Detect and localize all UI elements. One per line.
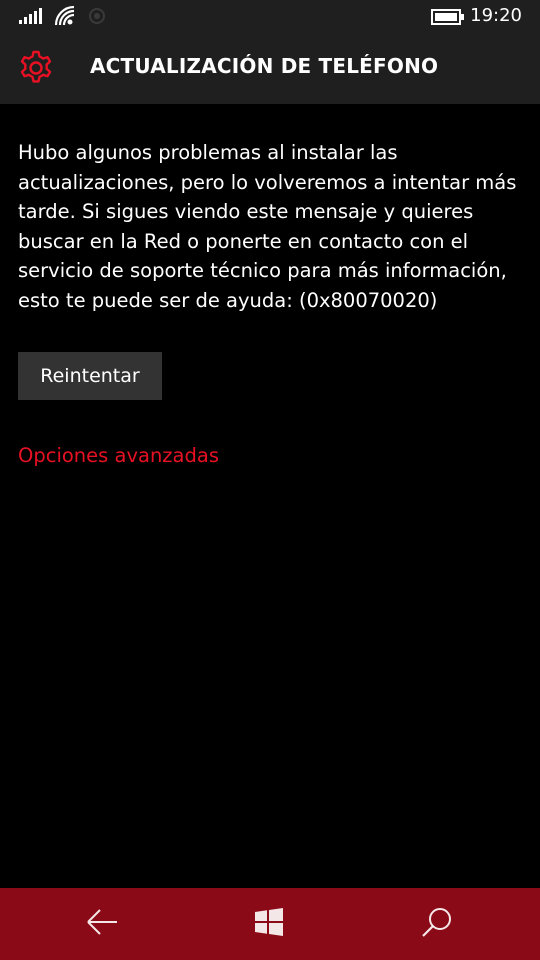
page-header: ACTUALIZACIÓN DE TELÉFONO (0, 32, 540, 104)
update-error-message: Hubo algunos problemas al instalar las a… (18, 141, 517, 312)
navigation-bar (0, 888, 540, 960)
signal-strength-icon (18, 7, 42, 29)
search-icon (421, 906, 453, 942)
wifi-icon (54, 5, 76, 31)
search-button[interactable] (387, 888, 487, 960)
phone-screen: 19:20 ACTUALIZACIÓN DE TELÉFONO Hubo alg… (0, 0, 540, 960)
windows-start-icon (254, 907, 284, 941)
location-icon (88, 7, 106, 29)
status-time: 19:20 (470, 5, 522, 26)
start-button[interactable] (219, 888, 319, 960)
back-button[interactable] (52, 888, 152, 960)
back-arrow-icon (85, 908, 119, 940)
retry-button[interactable]: Reintentar (18, 352, 162, 400)
status-bar: 19:20 (0, 0, 540, 32)
advanced-options-link[interactable]: Opciones avanzadas (18, 444, 219, 467)
battery-icon (431, 9, 465, 29)
page-title: ACTUALIZACIÓN DE TELÉFONO (90, 54, 439, 78)
gear-icon (17, 49, 55, 91)
